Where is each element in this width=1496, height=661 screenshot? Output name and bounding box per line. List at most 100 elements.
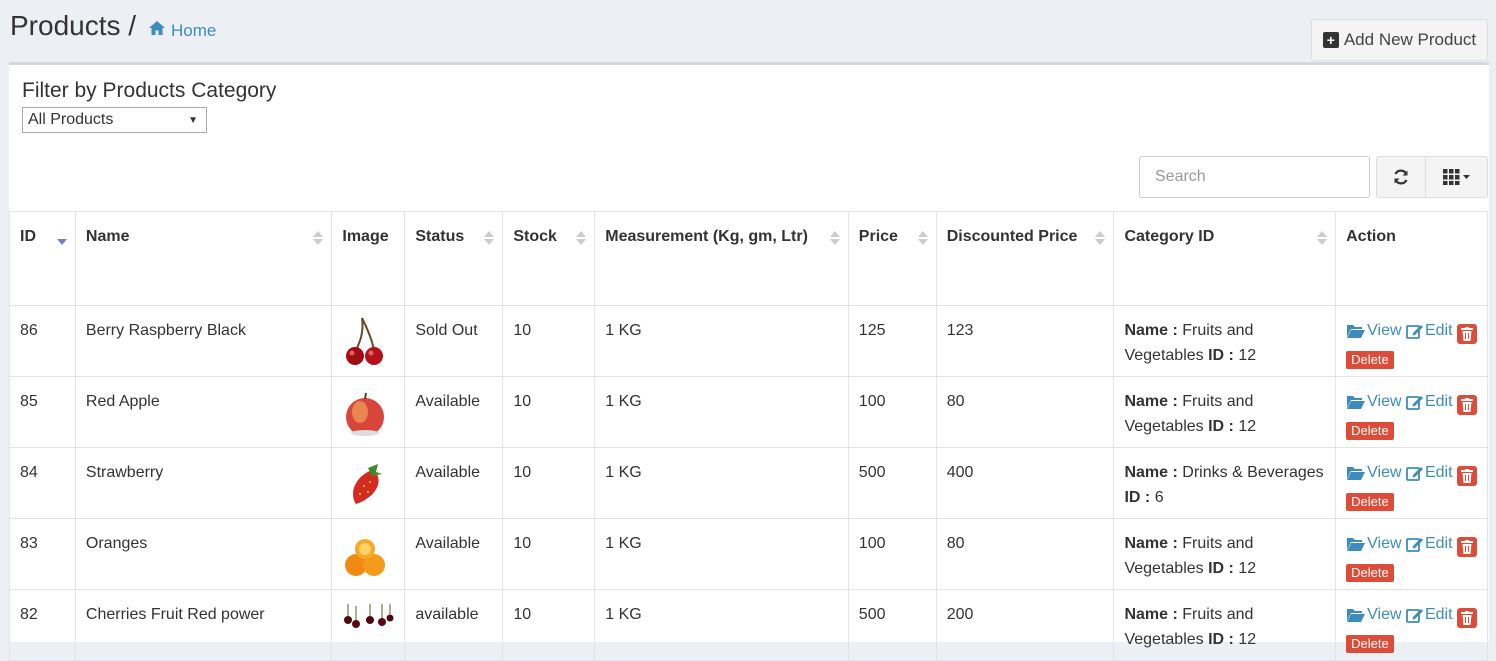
cell-discounted-price: 400 xyxy=(935,447,1115,519)
edit-icon xyxy=(1406,537,1423,552)
view-button[interactable]: View xyxy=(1346,531,1402,556)
cell-measurement: 1 KG xyxy=(594,305,849,377)
folder-open-icon xyxy=(1347,537,1366,551)
view-button[interactable]: View xyxy=(1346,602,1402,627)
edit-button[interactable]: Edit xyxy=(1406,602,1453,627)
cell-actions: View Edit Delete xyxy=(1335,376,1488,448)
edit-button[interactable]: Edit xyxy=(1406,460,1453,485)
cell-name: Berry Raspberry Black xyxy=(74,305,333,377)
cell-category: Name : Fruits and Vegetables ID : 12 xyxy=(1113,589,1337,661)
view-button[interactable]: View xyxy=(1346,389,1402,414)
add-new-product-button[interactable]: + Add New Product xyxy=(1311,19,1488,61)
cell-stock: 10 xyxy=(502,376,596,448)
cell-actions: View Edit Delete xyxy=(1335,589,1488,661)
cell-measurement: 1 KG xyxy=(594,447,849,519)
category-id: 6 xyxy=(1154,489,1164,506)
column-header-measurement[interactable]: Measurement (Kg, gm, Ltr) xyxy=(594,211,849,306)
cell-status: Available xyxy=(404,376,504,448)
cell-stock: 10 xyxy=(502,447,596,519)
trash-icon[interactable] xyxy=(1457,537,1477,558)
cell-name: Red Apple xyxy=(74,376,333,448)
trash-icon[interactable] xyxy=(1457,608,1477,629)
trash-icon[interactable] xyxy=(1457,466,1477,487)
cell-discounted-price: 200 xyxy=(935,589,1115,661)
cell-actions: View Edit Delete xyxy=(1335,518,1488,590)
category-name: Drinks & Beverages xyxy=(1182,464,1324,481)
view-button[interactable]: View xyxy=(1346,318,1402,343)
cell-id: 83 xyxy=(9,518,76,590)
plus-square-icon: + xyxy=(1322,32,1339,48)
edit-button[interactable]: Edit xyxy=(1406,531,1453,556)
orange-image xyxy=(342,539,388,585)
cell-id: 85 xyxy=(9,376,76,448)
cell-price: 125 xyxy=(847,305,937,377)
folder-open-icon xyxy=(1347,395,1366,409)
cell-discounted-price: 80 xyxy=(935,376,1115,448)
cell-id: 84 xyxy=(9,447,76,519)
category-filter-select[interactable]: All Products ▼ xyxy=(22,107,207,133)
sort-icon xyxy=(917,231,928,245)
column-header-action: Action xyxy=(1335,211,1488,306)
cell-image xyxy=(331,305,406,377)
column-header-status[interactable]: Status xyxy=(404,211,504,306)
search-input[interactable]: Search xyxy=(1139,156,1370,198)
edit-icon xyxy=(1406,608,1423,623)
cell-measurement: 1 KG xyxy=(594,589,849,661)
sort-icon xyxy=(484,231,495,245)
edit-icon xyxy=(1406,324,1423,339)
edit-button[interactable]: Edit xyxy=(1406,389,1453,414)
sort-desc-icon xyxy=(56,239,67,245)
cell-image xyxy=(331,376,406,448)
cell-stock: 10 xyxy=(502,518,596,590)
cell-name: Oranges xyxy=(74,518,333,590)
category-filter-value: All Products xyxy=(28,111,114,128)
cell-image xyxy=(331,589,406,661)
delete-button[interactable]: Delete xyxy=(1346,492,1394,511)
delete-button[interactable]: Delete xyxy=(1346,421,1394,440)
products-table: ID Name Image Status Stock Measurement (… xyxy=(9,211,1488,661)
apple-image xyxy=(342,392,388,443)
category-name-label: Name : xyxy=(1124,322,1178,339)
cell-actions: View Edit Delete xyxy=(1335,447,1488,519)
folder-open-icon xyxy=(1347,324,1366,338)
refresh-button[interactable] xyxy=(1376,156,1426,198)
delete-button[interactable]: Delete xyxy=(1346,634,1394,653)
cell-discounted-price: 123 xyxy=(935,305,1115,377)
cell-status: available xyxy=(404,589,504,661)
trash-icon[interactable] xyxy=(1457,395,1477,416)
column-header-name[interactable]: Name xyxy=(74,211,333,306)
cell-actions: View Edit Delete xyxy=(1335,305,1488,377)
cell-discounted-price: 80 xyxy=(935,518,1115,590)
columns-toggle-button[interactable] xyxy=(1425,156,1488,198)
column-header-category-id[interactable]: Category ID xyxy=(1113,211,1337,306)
breadcrumb[interactable]: Home xyxy=(148,20,216,41)
category-id-label: ID : xyxy=(1208,631,1234,648)
cell-stock: 10 xyxy=(502,305,596,377)
column-header-stock[interactable]: Stock xyxy=(502,211,596,306)
cell-measurement: 1 KG xyxy=(594,376,849,448)
delete-button[interactable]: Delete xyxy=(1346,563,1394,582)
category-name-label: Name : xyxy=(1124,393,1178,410)
edit-button[interactable]: Edit xyxy=(1406,318,1453,343)
table-row: 83 Oranges Available 10 1 KG 100 80 Name… xyxy=(9,518,1488,590)
folder-open-icon xyxy=(1347,608,1366,622)
column-header-price[interactable]: Price xyxy=(847,211,937,306)
page-title: Products / xyxy=(10,10,137,41)
table-row: 82 Cherries Fruit Red power available 10… xyxy=(9,589,1488,661)
breadcrumb-home-link[interactable]: Home xyxy=(171,21,216,41)
cell-category: Name : Fruits and Vegetables ID : 12 xyxy=(1113,305,1337,377)
column-header-id[interactable]: ID xyxy=(9,211,76,306)
cell-category: Name : Drinks & Beverages ID : 6 xyxy=(1113,447,1337,519)
category-id: 12 xyxy=(1238,418,1257,435)
category-name-label: Name : xyxy=(1124,464,1178,481)
delete-button[interactable]: Delete xyxy=(1346,350,1394,369)
add-new-product-label: Add New Product xyxy=(1343,30,1477,49)
cell-status: Sold Out xyxy=(404,305,504,377)
cell-id: 86 xyxy=(9,305,76,377)
view-button[interactable]: View xyxy=(1346,460,1402,485)
edit-icon xyxy=(1406,466,1423,481)
trash-icon[interactable] xyxy=(1457,324,1477,345)
table-row: 86 Berry Raspberry Black Sold Out 10 1 K… xyxy=(9,305,1488,377)
column-header-discounted-price[interactable]: Discounted Price xyxy=(935,211,1115,306)
sort-icon xyxy=(829,231,840,245)
